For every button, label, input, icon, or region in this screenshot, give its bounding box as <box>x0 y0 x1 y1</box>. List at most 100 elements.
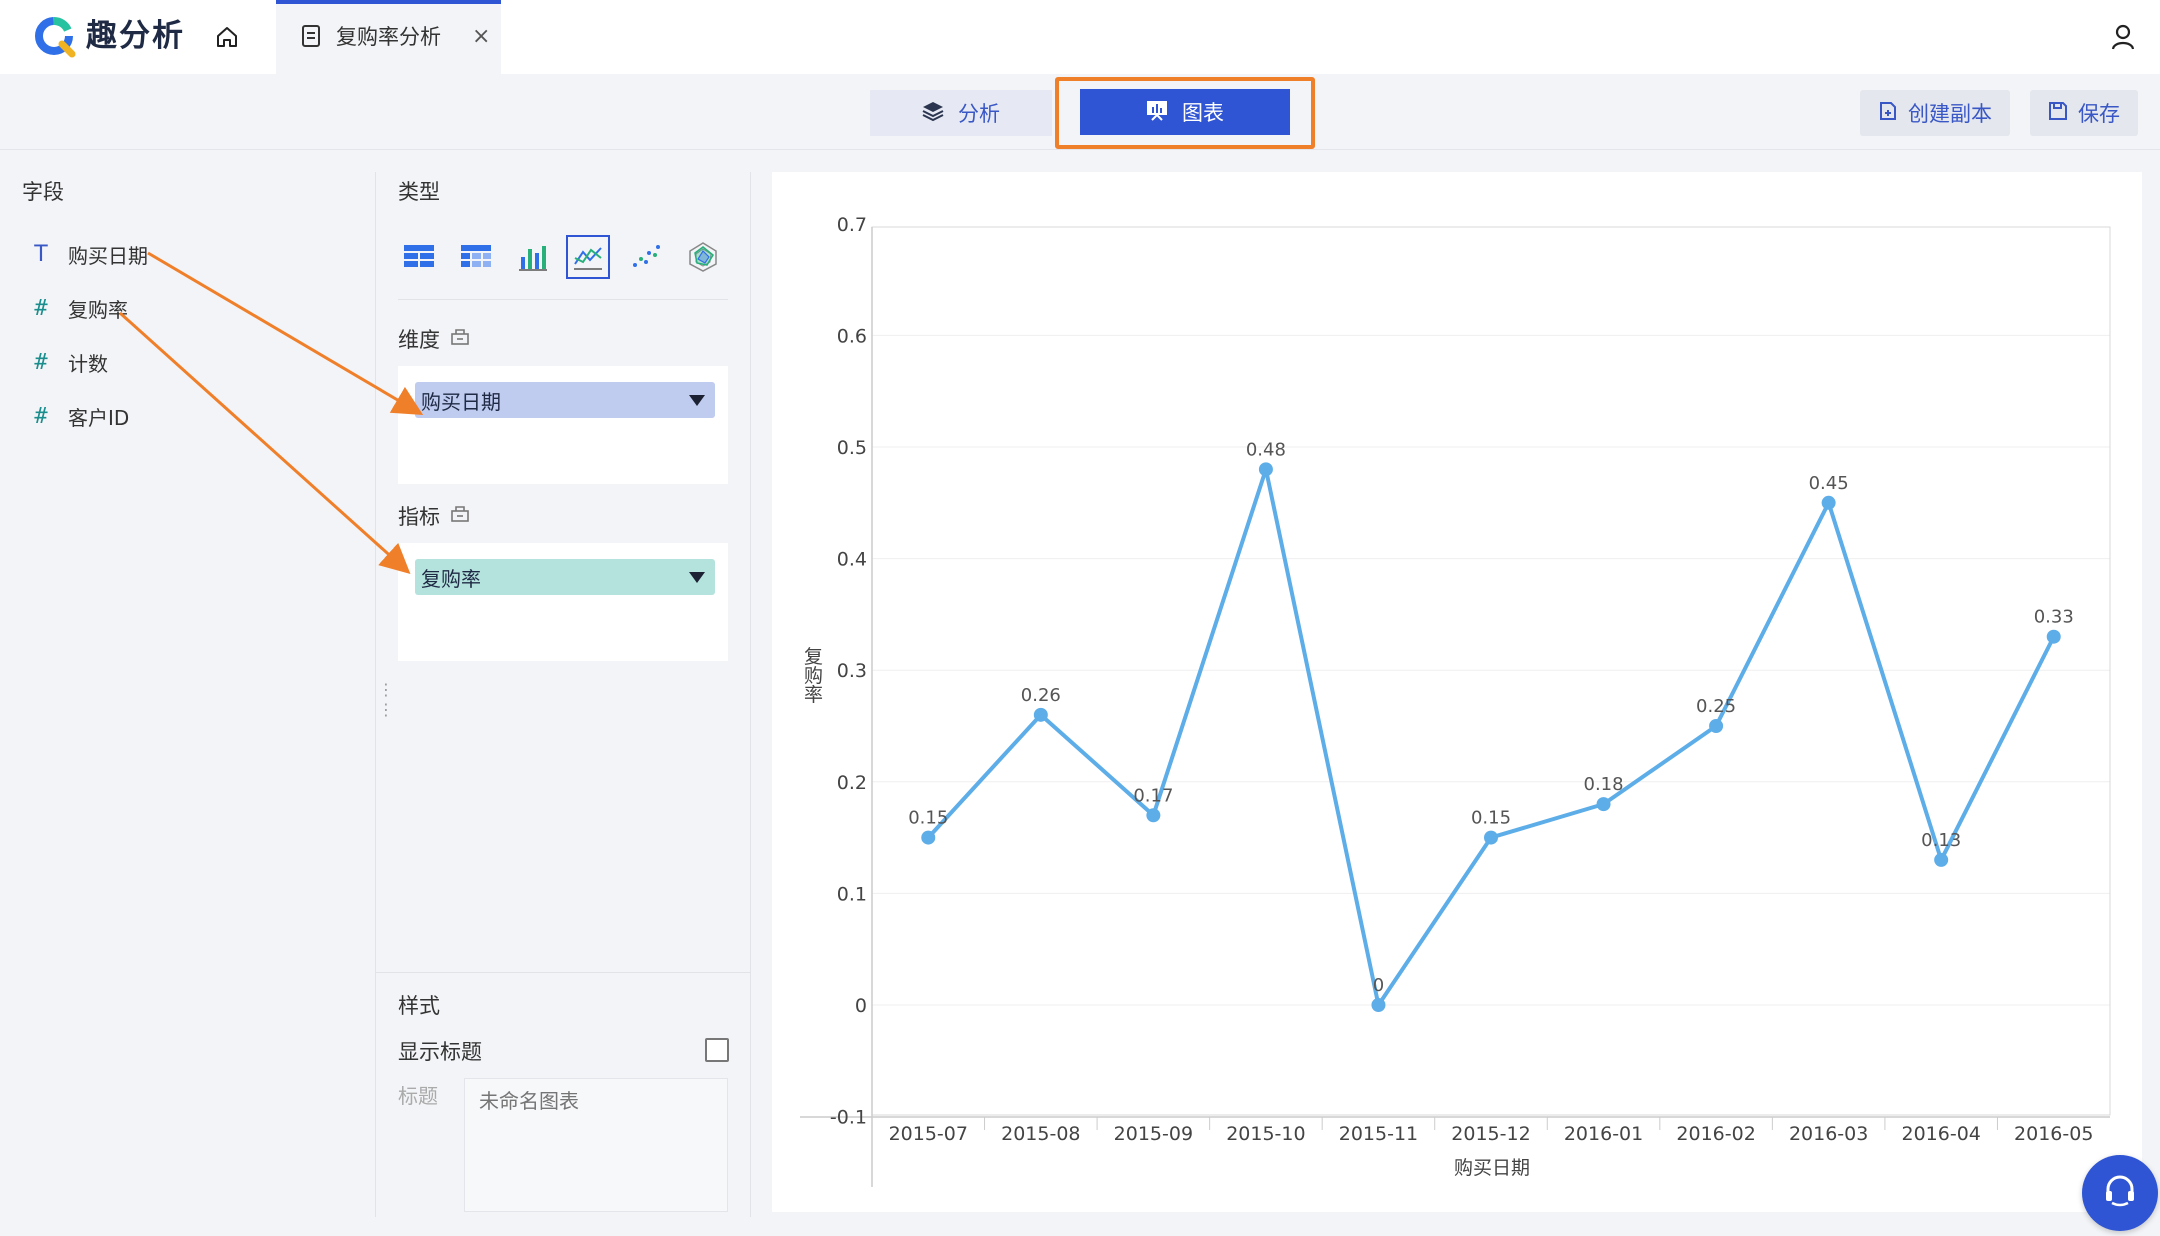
title-label: 标题 <box>398 1084 438 1108</box>
app-logo[interactable] <box>32 14 76 58</box>
x-tick-label: 2015-10 <box>1226 1123 1305 1145</box>
text-field-icon: T <box>34 241 48 267</box>
data-point <box>1821 495 1836 510</box>
field-label: 计数 <box>68 351 108 376</box>
chart-mode-button[interactable]: 图表 <box>1080 89 1290 135</box>
divider <box>375 972 750 973</box>
x-tick-label: 2015-12 <box>1451 1123 1530 1145</box>
chart-mode-label: 图表 <box>1182 101 1224 125</box>
show-title-label: 显示标题 <box>398 1040 482 1064</box>
caret-down-icon[interactable] <box>689 394 705 406</box>
number-field-icon: # <box>34 349 48 375</box>
chat-icon <box>2100 1171 2140 1215</box>
data-point <box>1934 852 1949 867</box>
create-copy-label: 创建副本 <box>1908 102 1992 126</box>
analysis-mode-button[interactable]: 分析 <box>870 90 1052 136</box>
tab-label: 复购率分析 <box>336 25 441 49</box>
data-label: 0.15 <box>908 808 948 829</box>
y-tick-label: 0.1 <box>837 883 867 905</box>
data-point <box>1596 797 1611 812</box>
y-tick-label: 0.7 <box>837 214 867 236</box>
clear-icon[interactable] <box>450 504 470 528</box>
save-label: 保存 <box>2078 102 2120 126</box>
x-axis-title: 购买日期 <box>1454 1157 1530 1179</box>
data-point <box>1146 808 1161 823</box>
data-label: 0.13 <box>1921 830 1961 851</box>
data-label: 0.45 <box>1809 473 1849 494</box>
scatter-chart-icon[interactable] <box>624 235 668 279</box>
metric-title: 指标 <box>398 501 470 531</box>
dimension-label: 维度 <box>398 328 440 352</box>
line-chart-icon[interactable] <box>566 235 610 279</box>
dimension-pill[interactable]: 购买日期 <box>415 382 715 418</box>
data-point <box>1371 998 1386 1012</box>
field-label: 客户ID <box>68 405 130 430</box>
field-label: 复购率 <box>68 297 128 322</box>
data-label: 0.33 <box>2034 607 2074 628</box>
document-icon <box>300 24 324 50</box>
save-button[interactable]: 保存 <box>2030 90 2138 136</box>
data-point <box>1033 707 1048 722</box>
create-copy-button[interactable]: 创建副本 <box>1860 90 2010 136</box>
field-repurchase-rate[interactable]: # 复购率 <box>30 288 128 328</box>
x-tick-label: 2015-09 <box>1114 1123 1193 1145</box>
x-tick-label: 2016-01 <box>1564 1123 1643 1145</box>
data-label: 0.17 <box>1133 785 1173 806</box>
data-label: 0.25 <box>1696 696 1736 717</box>
close-icon[interactable]: × <box>472 20 490 54</box>
app-name: 趣分析 <box>86 18 185 54</box>
show-title-checkbox[interactable] <box>705 1038 729 1062</box>
user-icon[interactable] <box>2108 22 2138 52</box>
x-tick-label: 2016-04 <box>1901 1123 1980 1145</box>
save-icon <box>2048 101 2068 126</box>
chart-title-input[interactable] <box>464 1078 728 1212</box>
metric-label: 指标 <box>398 505 440 529</box>
data-point <box>1258 462 1273 477</box>
metric-value: 复购率 <box>421 566 481 591</box>
panel-divider <box>750 172 751 1217</box>
caret-down-icon[interactable] <box>689 571 705 583</box>
field-purchase-date[interactable]: T 购买日期 <box>30 234 148 274</box>
data-point <box>2046 629 2061 644</box>
y-tick-label: 0.2 <box>837 772 867 794</box>
data-label: 0.26 <box>1021 685 1061 706</box>
data-label: 0 <box>1373 975 1384 996</box>
x-tick-label: 2016-05 <box>2014 1123 2093 1145</box>
metric-pill[interactable]: 复购率 <box>415 559 715 595</box>
field-label: 购买日期 <box>68 243 148 268</box>
x-tick-label: 2015-11 <box>1339 1123 1418 1145</box>
divider <box>398 299 728 300</box>
y-tick-label: 0.6 <box>837 325 867 347</box>
pivot-table-icon[interactable] <box>454 235 498 279</box>
data-point <box>1484 830 1498 845</box>
dimension-title: 维度 <box>398 324 470 354</box>
field-customer-id[interactable]: # 客户ID <box>30 396 129 436</box>
dimension-value: 购买日期 <box>421 389 501 414</box>
data-point <box>1709 719 1724 733</box>
layers-icon <box>922 100 944 127</box>
x-tick-label: 2016-02 <box>1676 1123 1755 1145</box>
clear-icon[interactable] <box>450 327 470 351</box>
table-icon[interactable] <box>397 235 441 279</box>
field-count[interactable]: # 计数 <box>30 342 108 382</box>
chart-type-title: 类型 <box>398 180 440 204</box>
radar-chart-icon[interactable] <box>681 235 725 279</box>
data-label: 0.48 <box>1246 439 1286 460</box>
home-icon[interactable] <box>210 20 244 54</box>
customer-service-button[interactable] <box>2082 1155 2158 1231</box>
annotation-arrow <box>118 311 411 575</box>
number-field-icon: # <box>34 403 48 429</box>
annotation-arrow <box>147 251 424 416</box>
series-line <box>926 467 2056 1007</box>
resize-handle[interactable]: ⋮ ⋮ <box>378 680 394 720</box>
number-field-icon: # <box>34 295 48 321</box>
line-chart: 0.7 0.6 0.5 0.4 0.3 0.2 0.1 0 -0.1 2015-07 2015-08… <box>800 214 2111 1187</box>
analysis-mode-label: 分析 <box>958 102 1000 126</box>
presentation-chart-icon <box>1146 99 1168 126</box>
data-label: 0.15 <box>1471 808 1511 829</box>
y-tick-label: 0.3 <box>837 660 867 682</box>
bar-chart-icon[interactable] <box>511 235 555 279</box>
data-point <box>921 830 936 845</box>
y-tick-label: 0.4 <box>837 549 867 571</box>
y-tick-label: 0.5 <box>837 437 867 459</box>
